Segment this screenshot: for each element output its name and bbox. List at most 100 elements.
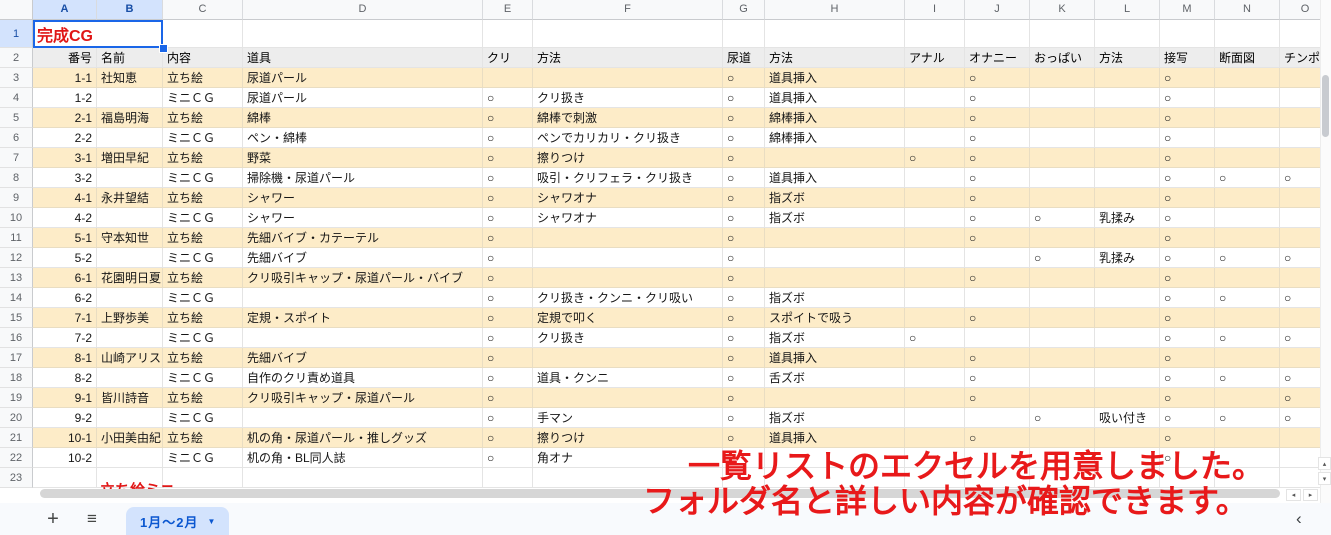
cell[interactable]: 名前	[97, 48, 163, 68]
column-header-A[interactable]: A	[33, 0, 97, 20]
cell[interactable]: 小田美由紀	[97, 428, 163, 448]
cell[interactable]	[905, 288, 965, 308]
cell[interactable]	[97, 408, 163, 428]
cell[interactable]	[97, 288, 163, 308]
cell[interactable]: ミニＣＧ	[163, 168, 243, 188]
cell[interactable]	[905, 168, 965, 188]
cell[interactable]: ○	[723, 288, 765, 308]
cell[interactable]	[243, 288, 483, 308]
cell[interactable]: 乳揉み	[1095, 208, 1160, 228]
cell[interactable]: ○	[905, 148, 965, 168]
cell[interactable]: ○	[965, 68, 1030, 88]
cell[interactable]: ○	[483, 128, 533, 148]
cell[interactable]: ○	[483, 448, 533, 468]
cell[interactable]: 山崎アリス	[97, 348, 163, 368]
cell[interactable]: ○	[1160, 388, 1215, 408]
cell[interactable]: 1-2	[33, 88, 97, 108]
cell[interactable]: 綿棒挿入	[765, 128, 905, 148]
cell[interactable]: ○	[723, 168, 765, 188]
row-header-4[interactable]: 4	[0, 88, 33, 108]
cell[interactable]	[1030, 188, 1095, 208]
cell[interactable]	[1215, 308, 1280, 328]
cell[interactable]: 手マン	[533, 408, 723, 428]
cell[interactable]: ○	[483, 288, 533, 308]
cell[interactable]: ○	[1160, 188, 1215, 208]
cell[interactable]	[1095, 388, 1160, 408]
cell[interactable]	[1095, 168, 1160, 188]
cell[interactable]: ○	[723, 88, 765, 108]
cell[interactable]: 番号	[33, 48, 97, 68]
cell[interactable]	[905, 408, 965, 428]
cell[interactable]: ○	[723, 268, 765, 288]
add-sheet-button[interactable]: +	[42, 506, 64, 532]
cell[interactable]: ○	[723, 408, 765, 428]
cell[interactable]: 道具挿入	[765, 88, 905, 108]
column-header-F[interactable]: F	[533, 0, 723, 20]
row-header-12[interactable]: 12	[0, 248, 33, 268]
cell[interactable]: 吸引・クリフェラ・クリ扱き	[533, 168, 723, 188]
cell[interactable]	[1030, 328, 1095, 348]
cell[interactable]: 指ズボ	[765, 188, 905, 208]
cell[interactable]: ○	[483, 408, 533, 428]
cell[interactable]: クリ扱き・クンニ・クリ吸い	[533, 288, 723, 308]
cell[interactable]: シャワー	[243, 208, 483, 228]
cell[interactable]	[1030, 228, 1095, 248]
cell[interactable]	[1095, 188, 1160, 208]
row-header-15[interactable]: 15	[0, 308, 33, 328]
cell[interactable]: ○	[965, 348, 1030, 368]
cell[interactable]	[533, 348, 723, 368]
cell[interactable]: 先細バイブ	[243, 248, 483, 268]
cell[interactable]	[1095, 288, 1160, 308]
column-header-J[interactable]: J	[965, 0, 1030, 20]
cell[interactable]: ○	[483, 388, 533, 408]
cell[interactable]: 定規で叩く	[533, 308, 723, 328]
cell[interactable]	[1095, 268, 1160, 288]
cell[interactable]	[1030, 308, 1095, 328]
cell[interactable]: 8-1	[33, 348, 97, 368]
cell[interactable]: ミニＣＧ	[163, 288, 243, 308]
cell[interactable]: ○	[723, 148, 765, 168]
cell[interactable]: ○	[483, 308, 533, 328]
cell[interactable]: ○	[1160, 108, 1215, 128]
column-header-D[interactable]: D	[243, 0, 483, 20]
cell[interactable]: 綿棒で刺激	[533, 108, 723, 128]
cell[interactable]: ○	[1030, 248, 1095, 268]
cell[interactable]: ○	[723, 328, 765, 348]
cell[interactable]: シャワオナ	[533, 208, 723, 228]
column-header-E[interactable]: E	[483, 0, 533, 20]
cell[interactable]: 7-2	[33, 328, 97, 348]
cell[interactable]	[905, 248, 965, 268]
cell[interactable]: ○	[965, 208, 1030, 228]
cell[interactable]	[1215, 20, 1280, 48]
cell[interactable]: ミニＣＧ	[163, 368, 243, 388]
chevron-left-icon[interactable]: ‹	[1296, 509, 1302, 529]
cell[interactable]: ○	[1160, 368, 1215, 388]
cell[interactable]: 皆川詩音	[97, 388, 163, 408]
cell[interactable]	[1030, 288, 1095, 308]
cell[interactable]	[533, 388, 723, 408]
scroll-right-icon[interactable]: ▸	[1303, 489, 1318, 501]
cell[interactable]: 机の角・尿道パール・推しグッズ	[243, 428, 483, 448]
cell[interactable]: 机の角・BL同人誌	[243, 448, 483, 468]
cell[interactable]: ミニＣＧ	[163, 88, 243, 108]
cell[interactable]: 野菜	[243, 148, 483, 168]
cell[interactable]: ○	[905, 328, 965, 348]
cell[interactable]: ○	[1030, 408, 1095, 428]
cell[interactable]: 立ち絵	[163, 148, 243, 168]
cell[interactable]: オナニー	[965, 48, 1030, 68]
cell[interactable]: 指ズボ	[765, 208, 905, 228]
cell[interactable]	[905, 208, 965, 228]
cell[interactable]: ○	[483, 88, 533, 108]
cell[interactable]: ○	[723, 188, 765, 208]
cell[interactable]: 立ち絵	[163, 388, 243, 408]
cell[interactable]: 3-2	[33, 168, 97, 188]
cell[interactable]: ペン・綿棒	[243, 128, 483, 148]
cell[interactable]	[765, 148, 905, 168]
cell[interactable]	[1030, 388, 1095, 408]
cell[interactable]	[533, 268, 723, 288]
cell[interactable]: ○	[483, 108, 533, 128]
cell[interactable]	[905, 188, 965, 208]
cell[interactable]	[1030, 88, 1095, 108]
cell[interactable]	[1030, 108, 1095, 128]
cell[interactable]: クリ吸引キャップ・尿道パール	[243, 388, 483, 408]
